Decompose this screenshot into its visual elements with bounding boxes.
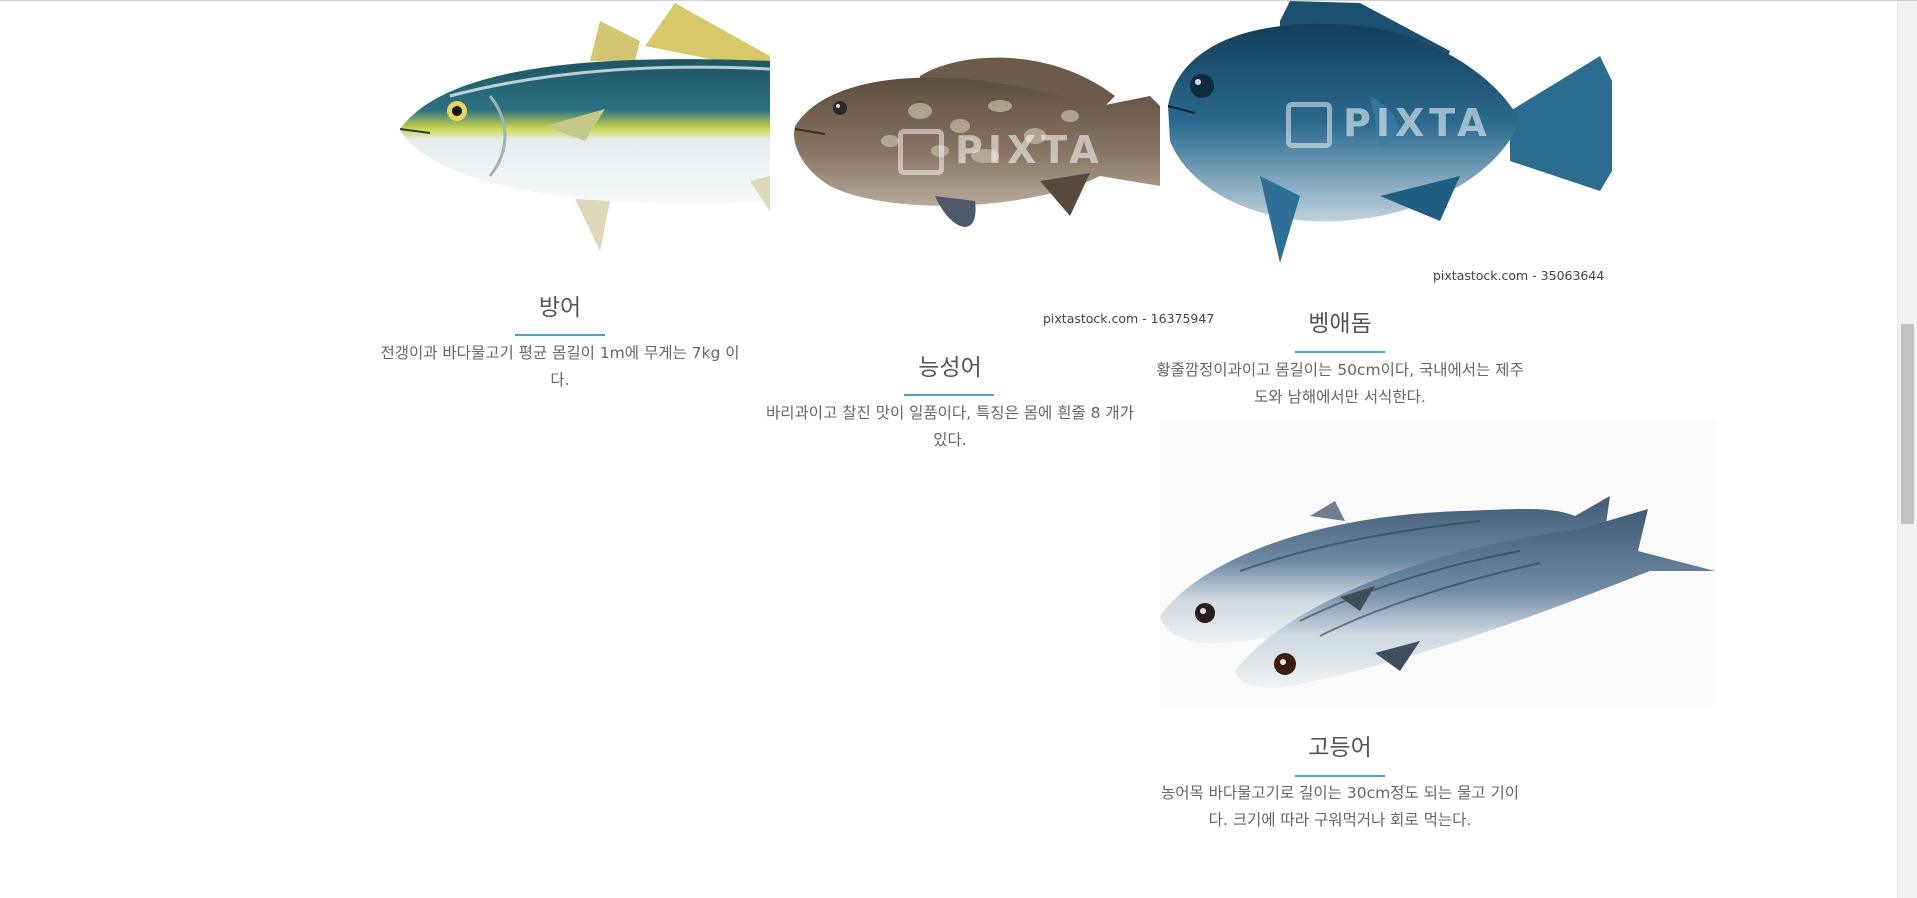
pixta-watermark: PIXTA: [955, 128, 1104, 172]
image-credit: pixtastock.com - 16375947: [1043, 311, 1215, 326]
title-underline: [904, 394, 994, 396]
pixta-watermark: PIXTA: [1343, 101, 1492, 145]
fish-description-blue-fish: 황줄깜정이과이고 몸길이는 50cm이다, 국내에서는 제주도와 남해에서만 서…: [1156, 361, 1524, 406]
pixta-logo-icon: [1286, 102, 1332, 148]
fish-title-blue-fish: 벵애돔: [1308, 311, 1372, 337]
fish-title-mackerel: 고등어: [1308, 735, 1372, 761]
title-underline: [1295, 351, 1385, 353]
fish-description-yellowtail: 전갱이과 바다물고기 평균 몸길이 1m에 무게는 7kg 이다.: [380, 344, 740, 389]
fish-description-mackerel: 농어목 바다물고기로 길이는 30cm정도 되는 물고 기이다. 크기에 따라 …: [1160, 784, 1520, 829]
yellowtail-image: [395, 1, 770, 256]
pixta-logo-icon: [898, 129, 944, 175]
scrollbar-thumb[interactable]: [1901, 324, 1914, 524]
vertical-scrollbar[interactable]: [1897, 1, 1917, 898]
fish-title-yellowtail: 방어: [538, 295, 582, 321]
fish-description-grouper: 바리과이고 찰진 맛이 일품이다, 특징은 몸에 흰줄 8 개가 있다.: [766, 404, 1134, 449]
title-underline: [1295, 775, 1385, 777]
image-credit: pixtastock.com - 35063644: [1433, 268, 1605, 283]
mackerel-image: [1160, 421, 1715, 706]
fish-title-grouper: 능성어: [918, 355, 982, 381]
title-underline: [515, 334, 605, 336]
fish-gallery-page: 방어 전갱이과 바다물고기 평균 몸길이 1m에 무게는 7kg 이다. PIX…: [0, 0, 1917, 898]
